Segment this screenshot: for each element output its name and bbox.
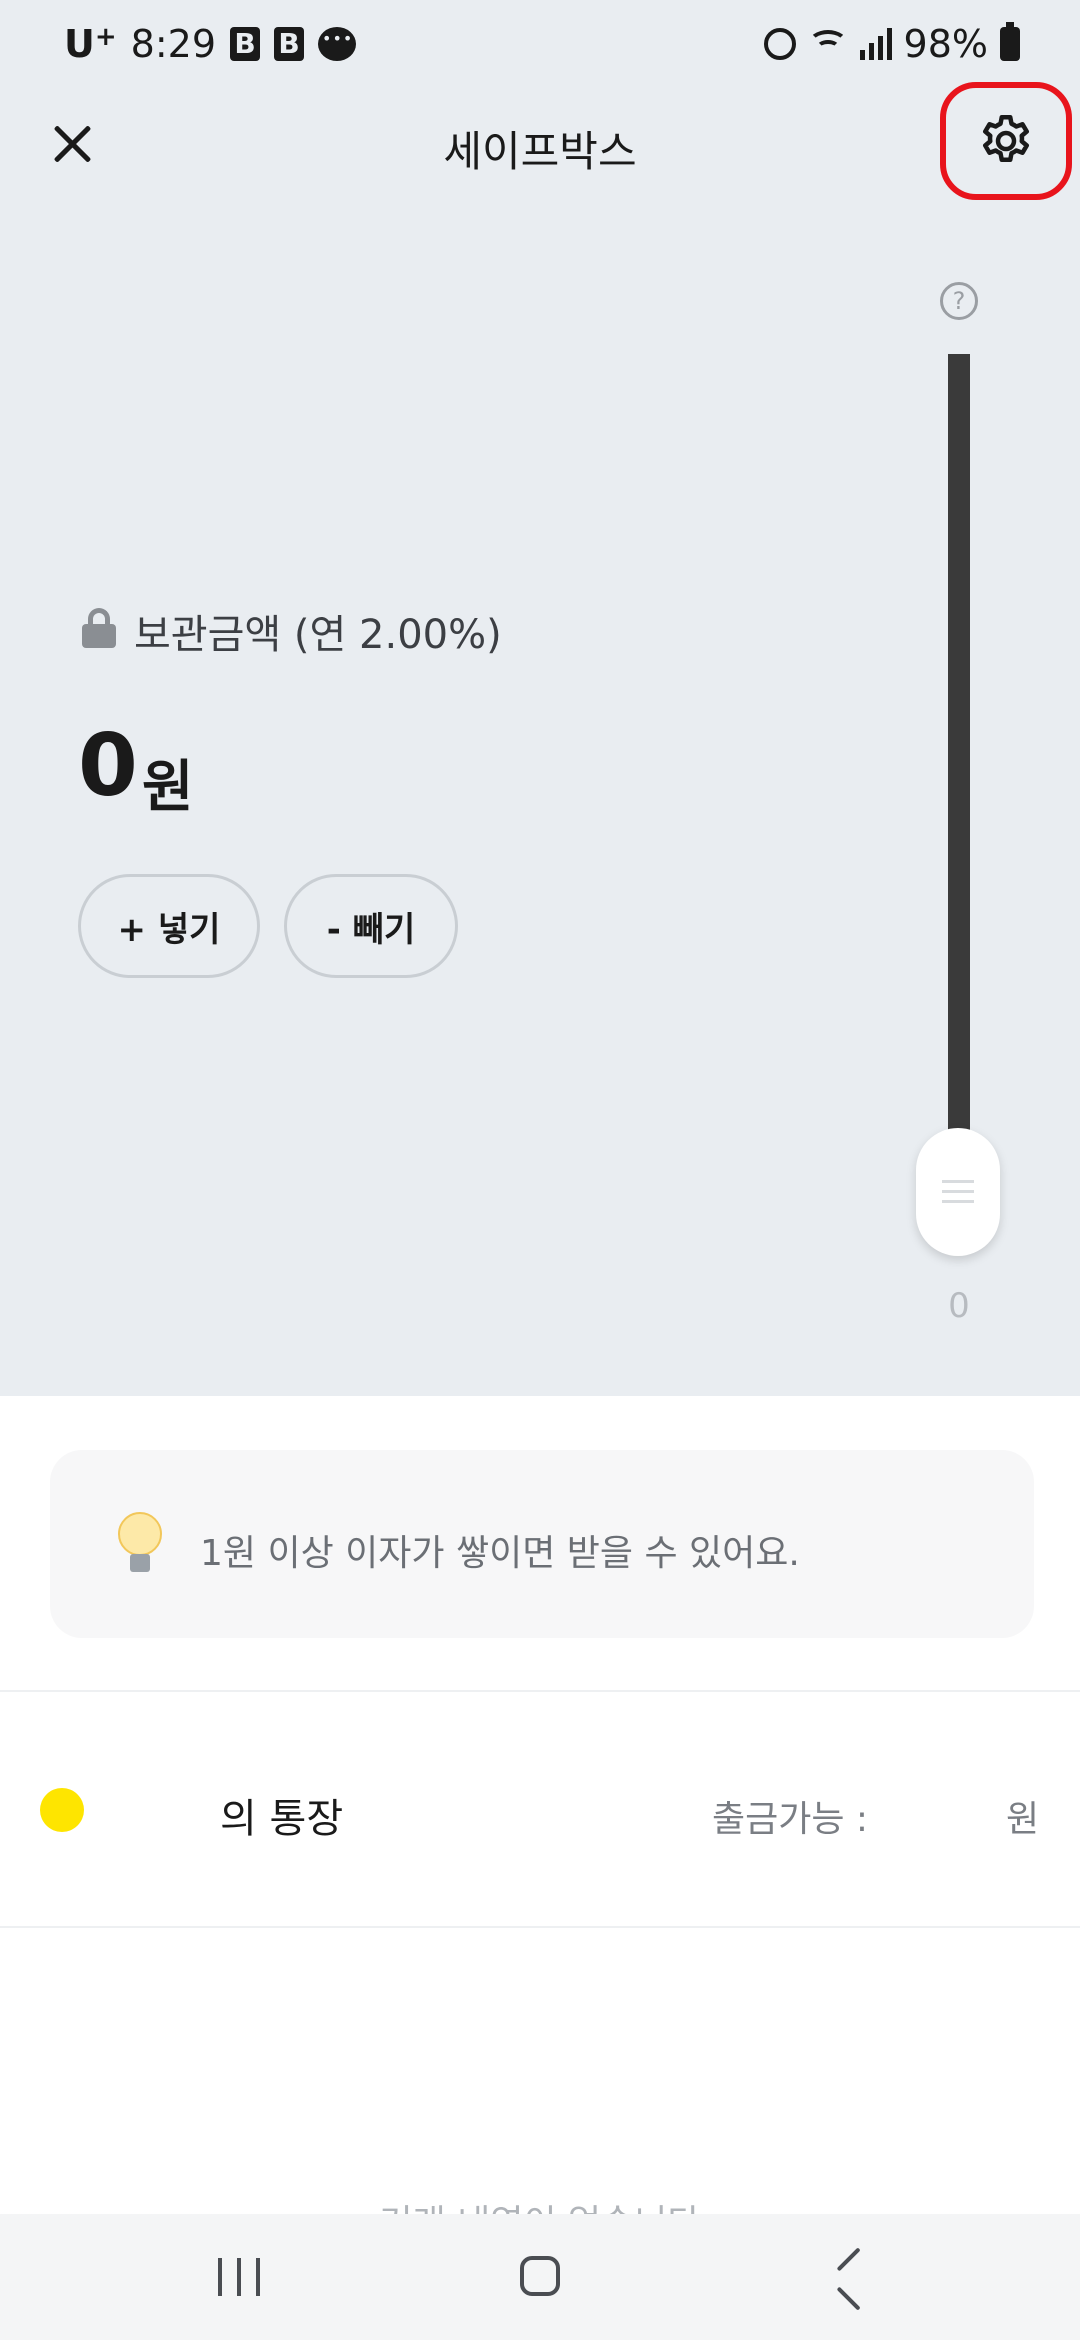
help-icon[interactable]: ? xyxy=(940,282,978,320)
account-name[interactable]: 의 통장 xyxy=(220,1786,343,1844)
battery-icon xyxy=(1000,22,1020,61)
tip-text: 1원 이상 이자가 쌓이면 받을 수 있어요. xyxy=(200,1533,800,1574)
lock-icon xyxy=(82,608,116,648)
battery-percent: 98% xyxy=(903,22,988,66)
slider-value: 0 xyxy=(948,1286,970,1326)
alarm-icon xyxy=(763,28,796,60)
signal-icon xyxy=(859,28,892,60)
balance-label: 보관금액 (연 2.00%) xyxy=(134,612,502,658)
divider xyxy=(0,1690,1080,1692)
empty-history-text: 거래 내역이 없습니다 xyxy=(0,2196,1080,2216)
status-bar-left: U+ 8:29 B B xyxy=(64,22,356,66)
settings-button[interactable] xyxy=(940,82,1072,200)
withdraw-button[interactable]: - 빼기 xyxy=(284,874,458,978)
clock: 8:29 xyxy=(130,22,216,66)
b-app-icon: B xyxy=(230,27,260,61)
status-bar-right: 98% xyxy=(763,22,1020,66)
chat-icon xyxy=(318,27,356,61)
page-title: 세이프박스 xyxy=(443,127,637,176)
back-icon[interactable] xyxy=(834,2258,864,2298)
slider-handle[interactable] xyxy=(916,1128,1000,1256)
status-bar: U+ 8:29 B B 98% xyxy=(0,0,1080,96)
carrier-label: U+ xyxy=(64,22,117,66)
divider xyxy=(0,1926,1080,1928)
home-icon[interactable] xyxy=(520,2256,560,2296)
slider-track[interactable] xyxy=(948,354,970,1154)
interest-tip-card: 1원 이상 이자가 쌓이면 받을 수 있어요. xyxy=(50,1450,1034,1638)
balance-unit: 원 xyxy=(142,755,194,820)
recent-apps-icon[interactable] xyxy=(218,2258,260,2296)
balance-amount: 0 xyxy=(78,716,138,816)
lightbulb-icon xyxy=(118,1512,162,1578)
withdrawable-unit: 원 xyxy=(1006,1799,1040,1840)
deposit-button[interactable]: + 넣기 xyxy=(78,874,260,978)
account-color-dot xyxy=(40,1788,84,1832)
withdrawable-label: 출금가능 : xyxy=(712,1799,869,1840)
system-nav-bar xyxy=(0,2214,1080,2340)
wifi-icon xyxy=(807,28,848,60)
gear-icon xyxy=(983,115,1029,162)
b-app-icon: B xyxy=(274,27,304,61)
